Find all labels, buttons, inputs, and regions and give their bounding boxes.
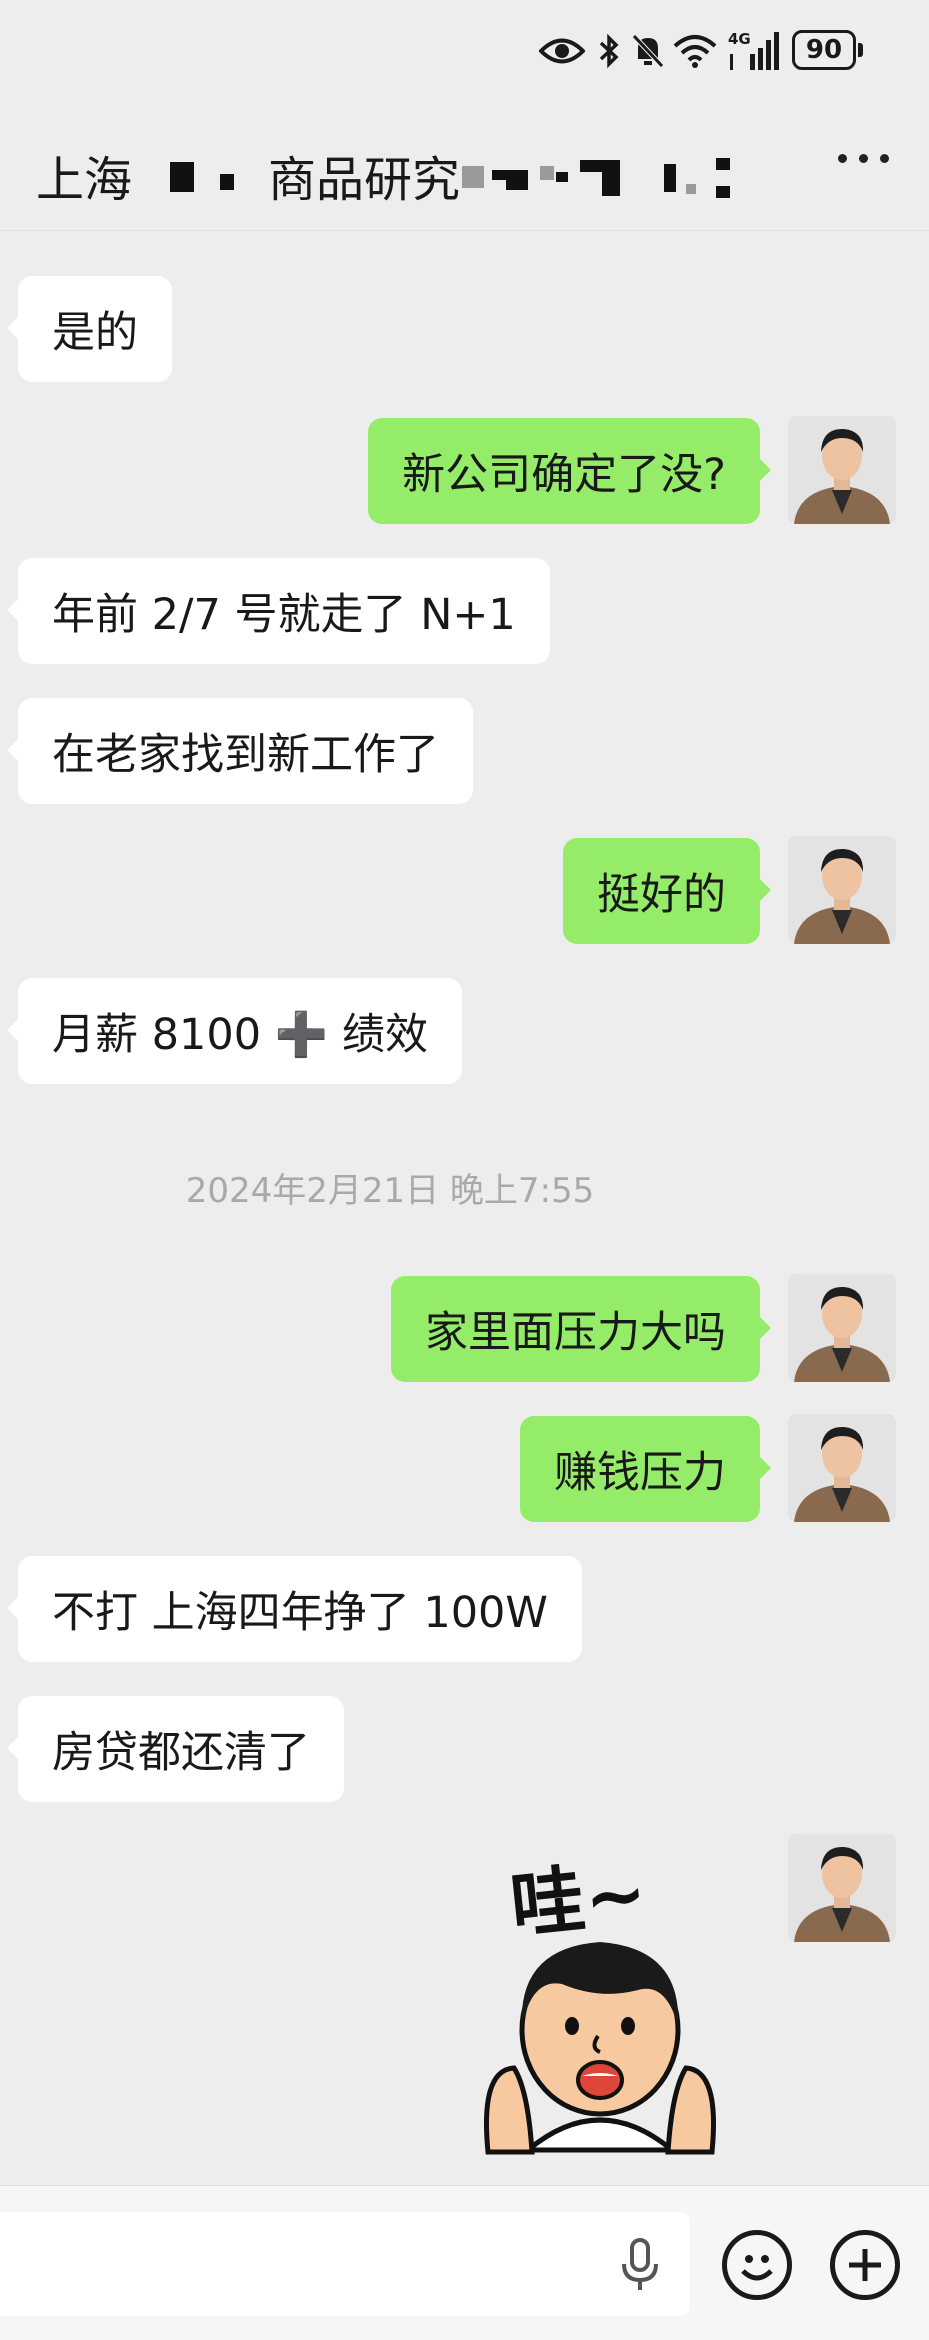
smiley-icon	[741, 2255, 773, 2281]
more-dot	[838, 154, 847, 163]
message-incoming[interactable]: 不打 上海四年挣了 100W	[7, 1556, 582, 1662]
message-outgoing[interactable]: 赚钱压力	[520, 1416, 771, 1522]
battery-level: 90	[805, 35, 843, 65]
message-text: 家里面压力大吗	[425, 1308, 726, 1358]
message-text: 年前 2/7 号就走了 N+1	[52, 590, 516, 640]
eye-icon	[538, 28, 586, 74]
avatar[interactable]	[788, 1414, 896, 1522]
message-text: 不打 上海四年挣了 100W	[52, 1588, 548, 1638]
message-text: 月薪 8100 ➕ 绩效	[52, 1010, 428, 1060]
chat-title-prefix: 上海	[36, 152, 133, 208]
battery-indicator: 90	[792, 30, 856, 70]
message-incoming[interactable]: 在老家找到新工作了	[7, 698, 473, 804]
message-text: 是的	[52, 308, 138, 358]
redaction-block	[664, 164, 676, 192]
message-text: 挺好的	[597, 870, 726, 920]
cartoon-face-icon	[483, 1942, 717, 2155]
message-text: 赚钱压力	[554, 1448, 726, 1498]
chat-title-middle: 商品研究	[268, 152, 461, 208]
network-type-label: 4G	[728, 30, 751, 48]
more-functions-button[interactable]	[830, 2230, 900, 2300]
message-text: 新公司确定了没?	[402, 450, 726, 500]
message-incoming[interactable]: 年前 2/7 号就走了 N+1	[7, 558, 550, 664]
message-text: 在老家找到新工作了	[52, 730, 439, 780]
cellular-signal-icon: 4G	[728, 28, 780, 74]
more-dot	[859, 154, 868, 163]
chat-header: 上海 商品研究	[0, 110, 929, 231]
redaction-block	[170, 162, 194, 192]
redaction-block	[556, 172, 568, 182]
avatar[interactable]	[788, 836, 896, 944]
battery-tip	[858, 43, 863, 57]
message-text: 房贷都还清了	[52, 1728, 310, 1778]
status-bar: 4G 90	[0, 0, 929, 110]
message-incoming[interactable]: 月薪 8100 ➕ 绩效	[7, 978, 462, 1084]
redaction-block	[716, 158, 730, 170]
message-outgoing[interactable]: 新公司确定了没?	[368, 418, 771, 524]
redaction-block	[492, 170, 528, 180]
redaction-block	[220, 174, 234, 190]
more-options-button[interactable]	[838, 154, 889, 163]
bluetooth-icon	[594, 28, 624, 74]
redaction-block	[462, 166, 484, 188]
microphone-icon[interactable]	[620, 2238, 660, 2296]
sticker-message[interactable]: 哇~	[470, 1840, 730, 2170]
avatar[interactable]	[788, 1834, 896, 1942]
redaction-block	[602, 160, 620, 196]
avatar[interactable]	[788, 416, 896, 524]
redaction-block	[540, 166, 554, 180]
message-input[interactable]	[0, 2212, 690, 2316]
redaction-block	[686, 184, 696, 194]
avatar[interactable]	[788, 1274, 896, 1382]
message-timestamp: 2024年2月21日 晚上7:55	[185, 1171, 595, 1211]
emoji-button[interactable]	[722, 2230, 792, 2300]
redaction-block	[506, 180, 528, 190]
more-dot	[880, 154, 889, 163]
redaction-block	[716, 186, 730, 198]
wifi-icon	[672, 28, 718, 74]
message-incoming[interactable]: 是的	[7, 276, 172, 382]
mute-bell-icon	[628, 28, 668, 74]
input-bar	[0, 2185, 929, 2340]
plus-icon	[849, 2249, 881, 2281]
message-incoming[interactable]: 房贷都还清了	[7, 1696, 344, 1802]
message-outgoing[interactable]: 家里面压力大吗	[391, 1276, 771, 1382]
message-outgoing[interactable]: 挺好的	[563, 838, 771, 944]
